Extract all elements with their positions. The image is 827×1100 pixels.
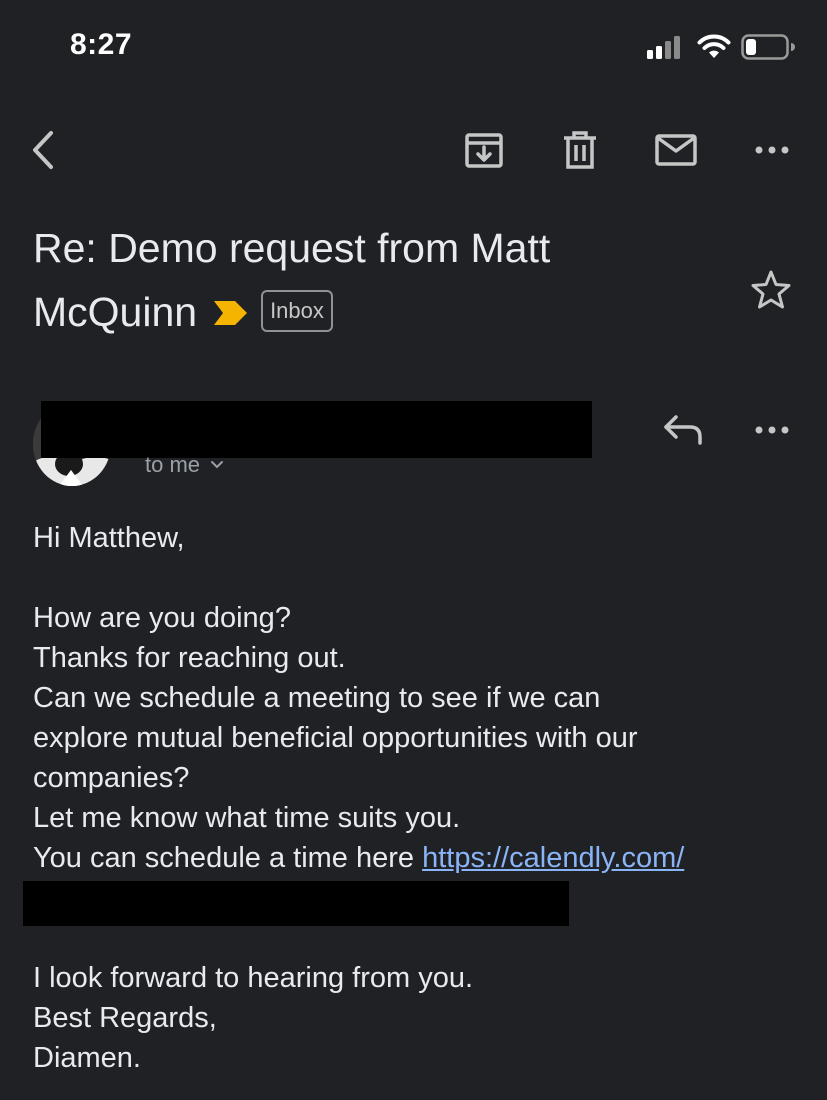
chevron-down-icon bbox=[211, 461, 224, 469]
calendly-link[interactable]: https://calendly.com/ bbox=[422, 842, 684, 874]
wifi-icon bbox=[697, 34, 731, 58]
cellular-signal-icon bbox=[647, 36, 680, 59]
body-signature: Diamen. bbox=[33, 1042, 141, 1074]
body-line-with-link: You can schedule a time here https://cal… bbox=[33, 838, 803, 878]
star-button[interactable] bbox=[749, 268, 793, 312]
body-line: How are you doing? bbox=[33, 602, 291, 634]
redacted-link-continuation bbox=[23, 881, 569, 926]
body-line: Can we schedule a meeting to see if we c… bbox=[33, 682, 601, 714]
delete-button[interactable] bbox=[556, 128, 604, 172]
body-line: Thanks for reaching out. bbox=[33, 642, 346, 674]
email-view-screen: 8:27 Re: Demo request from Matt McQuinn … bbox=[0, 0, 827, 1100]
trash-icon bbox=[564, 131, 596, 169]
email-subject: Re: Demo request from Matt McQuinn Inbox bbox=[33, 216, 723, 344]
body-sign-off: Best Regards, bbox=[33, 1002, 217, 1034]
redacted-sender-name bbox=[41, 401, 592, 458]
more-options-button[interactable] bbox=[748, 128, 796, 172]
recipient-details-toggle[interactable]: to me bbox=[145, 452, 224, 478]
archive-button[interactable] bbox=[460, 128, 508, 172]
star-icon bbox=[751, 270, 791, 309]
reply-button[interactable] bbox=[660, 408, 708, 452]
body-greeting: Hi Matthew, bbox=[33, 522, 185, 554]
more-horizontal-icon bbox=[755, 426, 789, 434]
back-button[interactable] bbox=[20, 128, 68, 172]
chevron-left-icon bbox=[33, 131, 53, 169]
body-closing: I look forward to hearing from you. bbox=[33, 962, 474, 994]
subject-line-1: Re: Demo request from Matt bbox=[33, 225, 551, 271]
status-icons bbox=[647, 32, 795, 62]
more-horizontal-icon bbox=[755, 146, 789, 154]
body-line: companies? bbox=[33, 762, 190, 794]
mail-icon bbox=[655, 134, 697, 166]
battery-icon bbox=[741, 34, 795, 60]
reply-icon bbox=[664, 415, 702, 445]
message-more-button[interactable] bbox=[748, 408, 796, 452]
archive-icon bbox=[465, 133, 503, 168]
body-line: explore mutual beneficial opportunities … bbox=[33, 722, 638, 754]
subject-line-2-text: McQuinn bbox=[33, 289, 198, 335]
status-time: 8:27 bbox=[70, 28, 133, 61]
recipient-label: to me bbox=[145, 452, 201, 477]
inbox-label-badge[interactable]: Inbox bbox=[261, 290, 333, 333]
subject-line-2: McQuinn Inbox bbox=[33, 280, 723, 344]
importance-marker-icon[interactable] bbox=[213, 280, 249, 344]
body-line: Let me know what time suits you. bbox=[33, 802, 461, 834]
email-toolbar bbox=[0, 118, 827, 182]
mark-unread-button[interactable] bbox=[652, 128, 700, 172]
body-line-prefix: You can schedule a time here bbox=[33, 842, 423, 874]
email-body: Hi Matthew, How are you doing? Thanks fo… bbox=[33, 518, 803, 1078]
